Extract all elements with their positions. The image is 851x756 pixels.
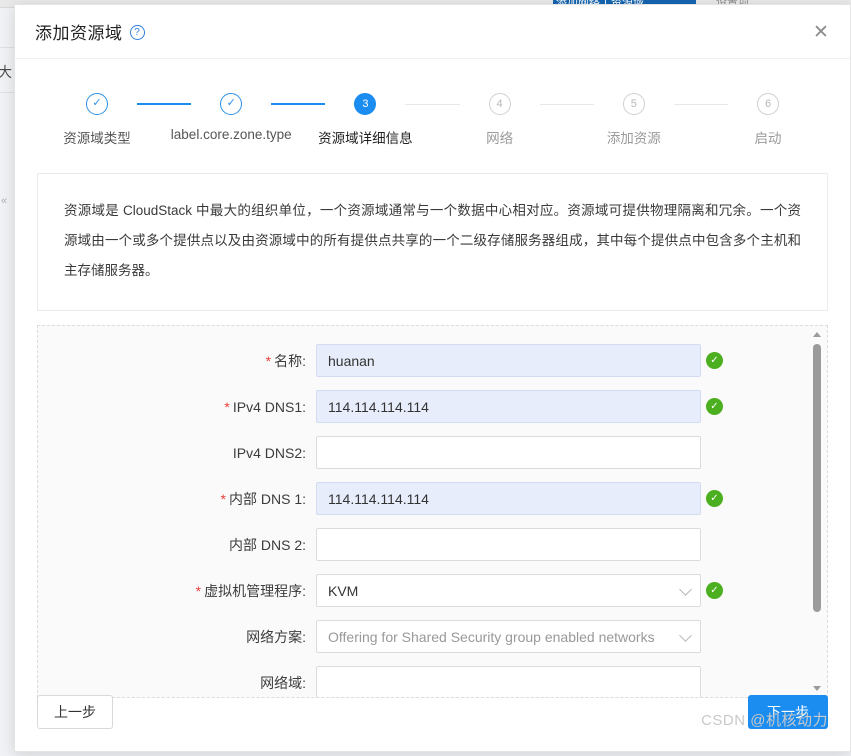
next-step-button[interactable]: 下一步 (748, 695, 828, 729)
wizard-step-2[interactable]: ✓ label.core.zone.type (171, 93, 292, 142)
step-4-circle: 4 (488, 93, 511, 115)
modal-header: 添加资源域 ? ✕ (15, 5, 850, 59)
required-marker: * (265, 352, 272, 369)
zone-description-box: 资源域是 CloudStack 中最大的组织单位，一个资源域通常与一个数据中心相… (37, 173, 828, 311)
label-ipv4-dns2: IPv4 DNS2: (232, 444, 306, 461)
step-connector-5 (673, 93, 729, 115)
network-offering-select[interactable]: Offering for Shared Security group enabl… (316, 620, 701, 653)
step-2-circle: ✓ (220, 93, 243, 115)
field-ipv4-dns2 (316, 436, 701, 469)
step-connector-3 (405, 93, 460, 115)
step-4-label: 网络 (486, 131, 514, 146)
required-marker: * (220, 490, 226, 507)
label-network-offering: 网络方案: (246, 628, 306, 645)
internal-dns1-input[interactable] (316, 482, 701, 515)
form-row-ipv4-dns2: IPv4 DNS2: (38, 436, 797, 469)
valid-check-icon: ✓ (706, 490, 723, 507)
modal-footer: 上一步 下一步 (15, 673, 850, 751)
required-marker: * (195, 582, 202, 599)
zone-details-form-panel: *名称: ✓ *IPv4 DNS1: ✓ IPv4 DNS2: (37, 325, 828, 698)
label-internal-dns1: * 内部 DNS 1: (220, 490, 306, 507)
hypervisor-select[interactable]: KVM (316, 574, 701, 607)
background-collapse-arrow-icon[interactable]: « (1, 195, 7, 207)
label-name: * 名称: (265, 352, 306, 369)
wizard-step-3[interactable]: 3 资源域详细信息 (318, 93, 413, 147)
field-internal-dns2 (316, 528, 701, 561)
close-icon[interactable]: ✕ (808, 19, 834, 45)
step-connector-1 (137, 93, 192, 115)
form-row-network-offering: 网络方案: Offering for Shared Security group… (38, 620, 797, 653)
scroll-up-arrow-icon[interactable] (813, 332, 821, 337)
label-hypervisor: * 虚拟机管理程序: (195, 582, 306, 599)
valid-check-icon: ✓ (706, 352, 723, 369)
hypervisor-selected-value: KVM (328, 582, 359, 599)
form-row-name: *名称: ✓ (38, 344, 797, 377)
previous-step-button[interactable]: 上一步 (37, 695, 113, 729)
wizard-steps: ✓ 资源域类型 ✓ label.core.zone.type 3 资源域详细信息… (51, 93, 814, 147)
step-1-circle: ✓ (86, 93, 108, 115)
network-offering-placeholder: Offering for Shared Security group enabl… (328, 628, 655, 645)
step-6-circle: 6 (757, 93, 780, 115)
wizard-step-6[interactable]: 6 启动 (722, 93, 814, 147)
step-1-label: 资源域类型 (63, 131, 131, 146)
step-2-label: label.core.zone.type (170, 127, 292, 142)
label-ipv4-dns1: * IPv4 DNS1: (224, 398, 306, 415)
ipv4-dns2-input[interactable] (316, 436, 701, 469)
valid-check-icon: ✓ (706, 582, 723, 599)
form-row-internal-dns1: *内部 DNS 1: ✓ (38, 482, 797, 515)
form-row-ipv4-dns1: *IPv4 DNS1: ✓ (38, 390, 797, 423)
wizard-step-4[interactable]: 4 网络 (454, 93, 546, 147)
step-5-circle: 5 (622, 93, 645, 115)
field-ipv4-dns1: ✓ (316, 390, 723, 423)
field-name: ✓ (316, 344, 723, 377)
internal-dns2-input[interactable] (316, 528, 701, 561)
field-hypervisor: KVM ✓ (316, 574, 723, 607)
background-left-text: 大 (0, 64, 12, 80)
help-icon[interactable]: ? (129, 25, 145, 40)
ipv4-dns1-input[interactable] (316, 390, 701, 423)
zone-description-text: 资源域是 CloudStack 中最大的组织单位，一个资源域通常与一个数据中心相… (64, 203, 801, 278)
form-row-hypervisor: * 虚拟机管理程序: KVM ✓ (38, 574, 797, 607)
background-divider-bottom (0, 92, 14, 93)
form-scrollbar[interactable] (810, 330, 824, 693)
step-5-label: 添加资源 (606, 131, 661, 146)
required-marker: * (224, 398, 230, 415)
check-icon: ✓ (226, 96, 236, 109)
field-network-offering: Offering for Shared Security group enabl… (316, 620, 701, 653)
step-6-label: 启动 (754, 131, 782, 146)
step-3-circle: 3 (354, 93, 377, 115)
add-zone-modal: 添加资源域 ? ✕ ✓ 资源域类型 ✓ label.core.zone.type… (14, 4, 851, 752)
step-connector-4 (539, 93, 594, 115)
modal-title: 添加资源域 (35, 24, 123, 43)
step-3-label: 资源域详细信息 (318, 131, 413, 146)
wizard-step-1[interactable]: ✓ 资源域类型 (51, 93, 143, 147)
name-input[interactable] (316, 344, 701, 377)
field-internal-dns1: ✓ (316, 482, 723, 515)
background-divider-top (0, 47, 14, 48)
form-row-internal-dns2: 内部 DNS 2: (38, 528, 797, 561)
step-connector-2 (271, 93, 326, 115)
wizard-step-5[interactable]: 5 添加资源 (588, 93, 680, 147)
form-scroll-area: *名称: ✓ *IPv4 DNS1: ✓ IPv4 DNS2: (38, 326, 827, 697)
check-icon: ✓ (92, 96, 102, 109)
valid-check-icon: ✓ (706, 398, 723, 415)
scrollbar-thumb[interactable] (813, 344, 821, 612)
label-internal-dns2: 内部 DNS 2: (228, 536, 306, 553)
